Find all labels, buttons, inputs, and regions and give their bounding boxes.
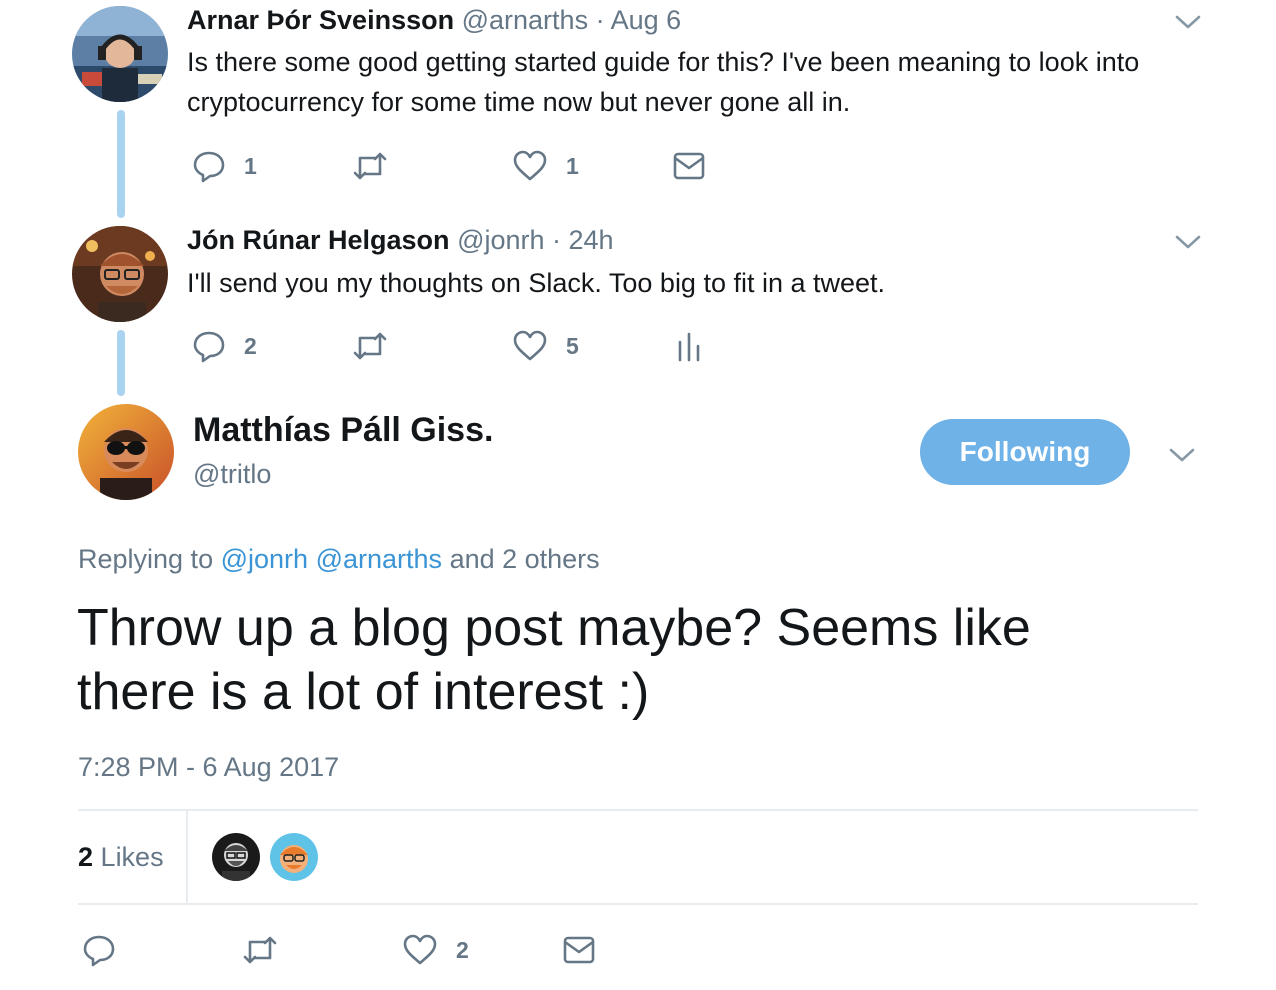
thread-line [117,330,125,396]
chevron-down-icon[interactable] [1167,445,1197,465]
replying-to: Replying to @jonrh @arnarths and 2 other… [78,542,600,576]
mention-link[interactable]: @jonrh [221,544,308,574]
replying-suffix[interactable]: and 2 others [450,544,600,574]
tweet-time[interactable]: · Aug 6 [596,5,682,35]
divider [78,903,1198,905]
reply-button[interactable]: 2 [192,329,257,363]
chevron-down-icon[interactable] [1173,12,1203,32]
retweet-button[interactable] [352,150,388,182]
following-button[interactable]: Following [920,419,1130,485]
liker-avatar[interactable] [212,833,260,881]
thread-line [117,110,125,218]
retweet-button[interactable] [352,330,388,362]
envelope-icon [563,936,595,964]
likes-label: Likes [100,842,164,872]
message-button[interactable] [562,935,596,965]
retweet-icon [353,152,387,180]
likes-stat[interactable]: 2 Likes [78,840,164,874]
like-count: 5 [566,332,579,359]
stats-divider [186,811,188,904]
likes-count: 2 [78,842,94,872]
like-count: 2 [456,936,469,963]
chevron-down-icon[interactable] [1173,232,1203,252]
main-tweet-text: Throw up a blog post maybe? Seems like t… [77,599,1031,721]
author-handle[interactable]: @arnarths [462,5,588,35]
reply-button[interactable]: 1 [192,149,257,183]
mention-link[interactable]: @arnarths [316,544,442,574]
heart-icon [513,150,547,181]
main-author-name[interactable]: Matthías Páll Giss. [193,410,493,450]
reply-icon [83,935,115,967]
reply-icon [193,331,225,363]
envelope-icon [673,152,705,180]
like-button[interactable]: 5 [512,330,579,362]
reply-count: 1 [244,152,257,179]
analytics-button[interactable] [676,332,702,362]
liker-avatar[interactable] [270,833,318,881]
heart-icon [403,934,437,965]
tweet-text: I'll send you my thoughts on Slack. Too … [187,268,886,298]
retweet-icon [243,936,277,964]
retweet-icon [353,332,387,360]
author-name[interactable]: Arnar Þór Sveinsson [187,5,454,35]
like-count: 1 [566,152,579,179]
like-button[interactable]: 1 [512,150,579,182]
reply-icon [193,151,225,183]
analytics-icon [678,332,700,362]
tweet-header: Jón Rúnar Helgason @jonrh · 24h [187,224,614,256]
avatar-jonrh[interactable] [72,226,168,322]
tweet-header: Arnar Þór Sveinsson @arnarths · Aug 6 [187,4,681,36]
reply-button[interactable] [82,933,116,967]
divider [78,809,1198,811]
like-button[interactable]: 2 [402,934,469,966]
avatar-arnarths[interactable] [72,6,168,102]
avatar-tritlo[interactable] [78,404,174,500]
replying-prefix: Replying to [78,544,214,574]
message-button[interactable] [672,151,706,181]
main-author-handle[interactable]: @tritlo [193,458,271,490]
author-name[interactable]: Jón Rúnar Helgason [187,225,450,255]
tweet-timestamp[interactable]: 7:28 PM - 6 Aug 2017 [78,750,339,784]
reply-count: 2 [244,332,257,359]
retweet-button[interactable] [242,934,278,966]
tweet-text: Is there some good getting started guide… [187,47,1140,117]
author-handle[interactable]: @jonrh [457,225,544,255]
tweet-time[interactable]: · 24h [552,225,614,255]
heart-icon [513,330,547,361]
